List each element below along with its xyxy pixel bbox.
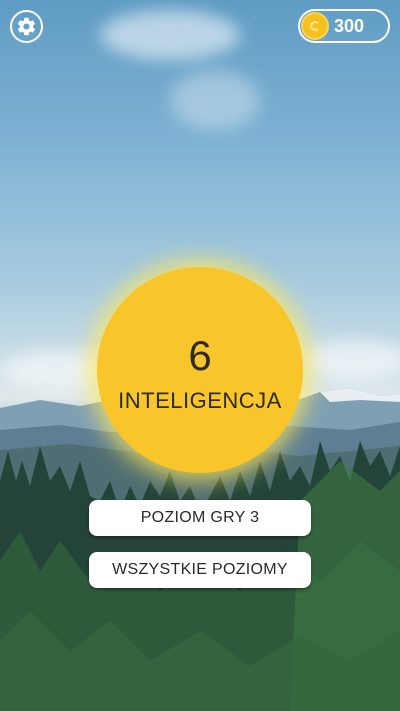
background-cloud — [100, 10, 240, 60]
coin-count: 300 — [334, 15, 365, 36]
settings-button[interactable] — [10, 10, 43, 43]
level-badge: 6 INTELIGENCJA — [97, 267, 303, 473]
level-name: INTELIGENCJA — [118, 388, 282, 413]
game-screen: 300 6 INTELIGENCJA POZIOM GRY 3 WSZYSTKI… — [0, 0, 400, 711]
play-level-button[interactable]: POZIOM GRY 3 — [89, 500, 311, 536]
coin-balance[interactable]: 300 — [298, 9, 390, 43]
gear-icon — [17, 17, 35, 36]
all-levels-button[interactable]: WSZYSTKIE POZIOMY — [89, 552, 311, 588]
background-cloud — [170, 70, 260, 130]
level-number: 6 — [188, 332, 212, 379]
coin-symbol-icon — [310, 21, 319, 31]
coin-icon — [301, 12, 329, 40]
